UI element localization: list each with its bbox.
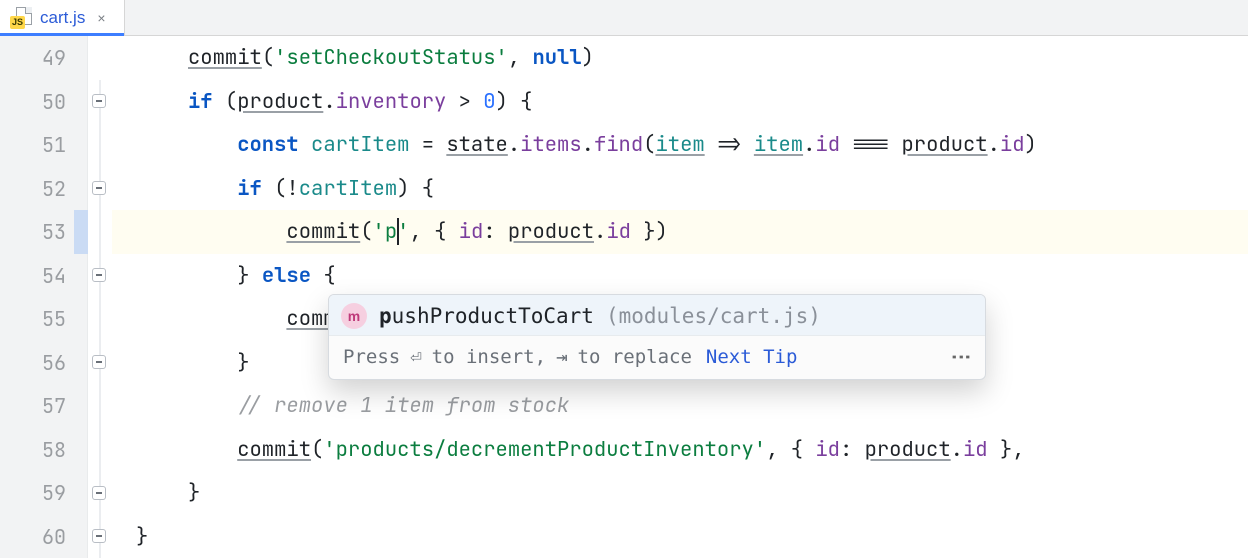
completion-hint: Press ⏎ to insert, ⇥ to replace Next Tip… <box>329 335 985 379</box>
code-row[interactable]: 51 const cartItem = state.items.find(ite… <box>0 123 1248 167</box>
fold-open-icon[interactable] <box>92 94 106 108</box>
line-number: 56 <box>6 350 66 376</box>
code-line[interactable]: if (product.inventory > 0) { <box>112 80 1248 124</box>
fold-open-icon[interactable] <box>92 181 106 195</box>
code-line[interactable]: const cartItem = state.items.find(item =… <box>112 123 1248 167</box>
line-number: 53 <box>6 219 66 245</box>
fold-close-icon[interactable] <box>92 486 106 500</box>
code-line[interactable]: commit('setCheckoutStatus', null) <box>112 36 1248 80</box>
code-row[interactable]: 57 // remove 1 item from stock <box>0 384 1248 428</box>
code-line[interactable]: } <box>112 515 1248 558</box>
fold-close-icon[interactable] <box>92 355 106 369</box>
code-line[interactable]: } else { <box>112 254 1248 298</box>
completion-item[interactable]: m pushProductToCart (modules/cart.js) <box>329 295 985 335</box>
code-line[interactable]: commit('products/decrementProductInvento… <box>112 428 1248 472</box>
editor[interactable]: 49 commit('setCheckoutStatus', null) 50 if … <box>0 36 1248 558</box>
change-marker <box>74 210 88 254</box>
completion-popup: m pushProductToCart (modules/cart.js) Pr… <box>328 294 986 380</box>
line-number: 52 <box>6 176 66 202</box>
code-row[interactable]: 60} <box>0 515 1248 558</box>
code-row[interactable]: 53 commit('p', { id: product.id }) <box>0 210 1248 254</box>
code-row[interactable]: 50 if (product.inventory > 0) { <box>0 80 1248 124</box>
fold-open-icon[interactable] <box>92 268 106 282</box>
line-number: 55 <box>6 306 66 332</box>
tab-filename: cart.js <box>40 8 85 28</box>
fold-close-icon[interactable] <box>92 529 106 543</box>
mutation-icon: m <box>341 303 367 329</box>
line-number: 51 <box>6 132 66 158</box>
line-number: 50 <box>6 89 66 115</box>
text-caret <box>397 218 399 245</box>
js-file-icon: JS <box>10 7 32 29</box>
line-number: 57 <box>6 393 66 419</box>
close-icon[interactable]: × <box>93 8 109 28</box>
line-number: 49 <box>6 45 66 71</box>
code-row[interactable]: 54 } else { <box>0 254 1248 298</box>
enter-key-icon: ⏎ <box>410 346 421 368</box>
line-number: 60 <box>6 524 66 550</box>
tab-bar: JS cart.js × <box>0 0 1248 36</box>
code-row[interactable]: 52 if (!cartItem) { <box>0 167 1248 211</box>
code-line[interactable]: if (!cartItem) { <box>112 167 1248 211</box>
tab-cart-js[interactable]: JS cart.js × <box>0 0 125 35</box>
code-row[interactable]: 58 commit('products/decrementProductInve… <box>0 428 1248 472</box>
line-number: 59 <box>6 480 66 506</box>
line-number: 58 <box>6 437 66 463</box>
more-options-icon[interactable]: ⋮ <box>951 347 971 367</box>
completion-location: (modules/cart.js) <box>606 304 821 328</box>
code-line[interactable]: } <box>112 471 1248 515</box>
line-number: 54 <box>6 263 66 289</box>
code-row[interactable]: 49 commit('setCheckoutStatus', null) <box>0 36 1248 80</box>
code-line[interactable]: // remove 1 item from stock <box>112 384 1248 428</box>
next-tip-link[interactable]: Next Tip <box>706 346 798 368</box>
code-line[interactable]: commit('p', { id: product.id }) <box>112 210 1248 254</box>
code-row[interactable]: 59} <box>0 471 1248 515</box>
completion-text: pushProductToCart <box>379 304 594 328</box>
tab-key-icon: ⇥ <box>556 346 567 368</box>
